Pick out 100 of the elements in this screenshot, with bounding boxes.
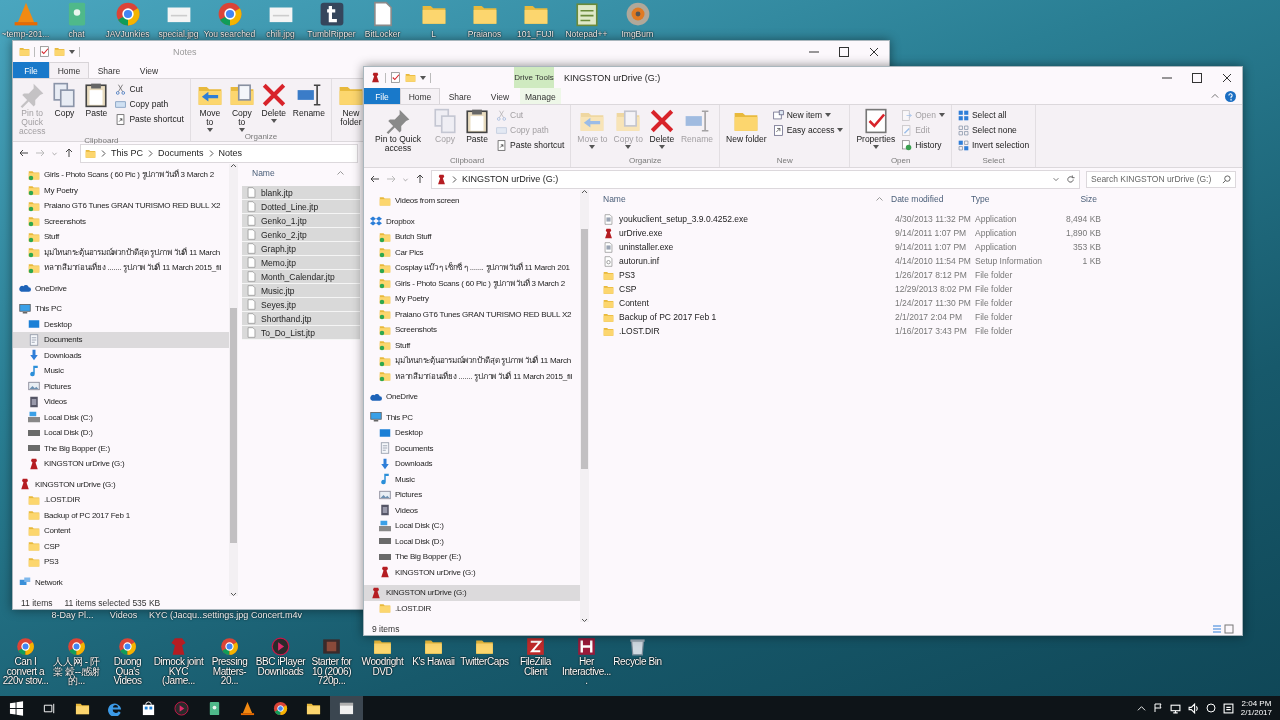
- nav-item[interactable]: Downloads: [13, 347, 229, 363]
- ribbon-button[interactable]: Paste: [462, 108, 492, 156]
- nav-item[interactable]: หลากสีมาก่อนเที่ยง ....... รูปภาพ วันที่ 11 March 2015_fil: [13, 260, 229, 276]
- desktop-icon-label[interactable]: Recycle Bin: [613, 657, 662, 667]
- column-header[interactable]: Name: [599, 191, 887, 207]
- desktop-icon-label[interactable]: Woodright DVD: [357, 657, 408, 676]
- nav-item[interactable]: Girls - Photo Scans ( 60 Pic ) รูปภาพ วันที่ 3 March 2: [13, 167, 229, 183]
- large-icons-view-icon[interactable]: [1224, 623, 1234, 634]
- search-icon[interactable]: [1222, 174, 1231, 184]
- nav-item[interactable]: Butch Stuff: [364, 229, 580, 245]
- ribbon-tab[interactable]: Share: [440, 88, 480, 104]
- file-item[interactable]: blank.jtp: [242, 186, 360, 200]
- ribbon-tab[interactable]: Manage: [520, 88, 561, 104]
- file-row[interactable]: CSP 12/29/2013 8:02 PM File folder: [599, 282, 1242, 296]
- chevron-up-icon[interactable]: [1136, 703, 1146, 713]
- nav-item[interactable]: OneDrive: [13, 280, 229, 296]
- ribbon-button[interactable]: Select none: [955, 123, 1032, 137]
- ribbon-button[interactable]: Copy: [49, 82, 80, 136]
- nav-item[interactable]: Network: [13, 574, 229, 590]
- nav-item[interactable]: PS3: [13, 554, 229, 570]
- up-icon[interactable]: [415, 174, 425, 184]
- scroll-down-icon[interactable]: [230, 592, 237, 596]
- nav-item[interactable]: Pictures: [364, 487, 580, 503]
- nav-item[interactable]: KINGSTON urDrive (G:): [13, 476, 229, 492]
- file-row[interactable]: uninstaller.exe 9/14/2011 1:07 PM Application 353 KB: [599, 240, 1242, 254]
- nav-item[interactable]: Videos from screen: [364, 193, 580, 209]
- ribbon-button[interactable]: Select all: [955, 108, 1032, 122]
- breadcrumb[interactable]: Notes: [218, 148, 243, 158]
- browser-icon[interactable]: [118, 637, 137, 656]
- browser-icon[interactable]: [114, 1, 141, 27]
- taskbar-button[interactable]: [330, 696, 363, 720]
- recycle-bin-icon[interactable]: [628, 637, 647, 656]
- file-item[interactable]: Genko_2.jtp: [242, 228, 360, 242]
- file-item[interactable]: Month_Calendar.jtp: [242, 270, 360, 284]
- column-header[interactable]: Type: [967, 191, 1051, 207]
- file-item[interactable]: Dotted_Line.jtp: [242, 200, 360, 214]
- file-row[interactable]: autorun.inf 4/14/2010 11:54 PM Setup Information 1 KB: [599, 254, 1242, 268]
- nav-item[interactable]: Cosplay แบ๊ว ๆ เซ็กซี่ ๆ ....... รูปภาพ วันที่ 11 March 201: [364, 260, 580, 276]
- desktop-icon-label[interactable]: TwitterCaps: [460, 657, 509, 667]
- file-row[interactable]: youkuclient_setup_3.9.0.4252.exe 4/30/2013 11:32 PM Application 8,494 KB: [599, 212, 1242, 226]
- ribbon-tab[interactable]: View: [480, 88, 520, 104]
- ribbon-button[interactable]: Rename: [290, 82, 327, 132]
- browser-icon[interactable]: [16, 637, 35, 656]
- browser-icon[interactable]: [220, 637, 239, 656]
- browser-icon[interactable]: [67, 637, 86, 656]
- nav-item[interactable]: Local Disk (C:): [13, 409, 229, 425]
- nav-item[interactable]: Car Pics: [364, 244, 580, 260]
- file-row[interactable]: Content 1/24/2017 11:30 PM File folder: [599, 296, 1242, 310]
- ribbon-button[interactable]: New folder: [724, 108, 769, 156]
- up-icon[interactable]: [64, 148, 74, 158]
- nav-item[interactable]: Screenshots: [13, 213, 229, 229]
- back-icon[interactable]: [19, 148, 29, 158]
- refresh-icon[interactable]: [1066, 174, 1075, 184]
- ribbon-button[interactable]: Cut: [113, 82, 186, 96]
- nav-item[interactable]: My Poetry: [364, 291, 580, 307]
- desktop-icon-label[interactable]: Can I convert a 220v stov...: [0, 657, 51, 686]
- desktop-icon-label[interactable]: Dimock joint KYC (Jame...: [153, 657, 204, 686]
- nav-item[interactable]: The Big Bopper (E:): [13, 440, 229, 456]
- nav-item[interactable]: Music: [364, 471, 580, 487]
- nav-item[interactable]: Screenshots: [364, 322, 580, 338]
- nav-item[interactable]: The Big Bopper (E:): [364, 549, 580, 565]
- desktop-icon-label[interactable]: FileZilla Client: [510, 657, 561, 676]
- ribbon-button[interactable]: Copy path: [113, 97, 186, 111]
- ribbon-button[interactable]: Move to: [194, 82, 225, 132]
- breadcrumb[interactable]: Documents: [158, 148, 204, 158]
- column-header[interactable]: Size: [1051, 191, 1101, 207]
- ribbon-tab[interactable]: File: [13, 62, 49, 78]
- nav-item[interactable]: Content: [13, 523, 229, 539]
- ribbon-button[interactable]: History: [899, 138, 947, 152]
- clock-time[interactable]: 2:04 PM: [1241, 699, 1272, 708]
- desktop-icon-label[interactable]: Duong Qua's Videos: [102, 657, 153, 686]
- volume-icon[interactable]: [1187, 702, 1199, 714]
- column-header[interactable]: Date modified: [887, 191, 967, 207]
- file-item[interactable]: Genko_1.jtp: [242, 214, 360, 228]
- notepad-icon[interactable]: [573, 1, 600, 27]
- nav-item[interactable]: มุมไหนกระตุ้นอารมณ์พวกป้าดีสุด รูปภาพ วันที่ 11 March: [13, 244, 229, 260]
- ribbon-tab[interactable]: Home: [49, 62, 89, 78]
- desktop-icon-label[interactable]: Her Interactive....: [561, 657, 612, 686]
- browser-icon[interactable]: [216, 1, 243, 27]
- app-icon[interactable]: [526, 637, 545, 656]
- nav-item[interactable]: This PC: [13, 301, 229, 317]
- network-icon[interactable]: [1169, 702, 1181, 714]
- desktop-icon-label[interactable]: K's Hawaii: [412, 657, 455, 667]
- nav-item[interactable]: หลากสีมาก่อนเที่ยง ....... รูปภาพ วันที่ 11 March 2015_fil: [364, 368, 580, 384]
- desktop-icon-label[interactable]: BBC iPlayer Downloads: [255, 657, 306, 676]
- scrollbar[interactable]: [580, 190, 589, 622]
- scroll-up-icon[interactable]: [230, 164, 237, 168]
- flag-icon[interactable]: [1152, 703, 1163, 713]
- nav-item[interactable]: .LOST.DIR: [364, 600, 580, 616]
- file-item[interactable]: Seyes.jtp: [242, 298, 360, 312]
- breadcrumb[interactable]: This PC: [111, 148, 143, 158]
- nav-item[interactable]: My Poetry: [13, 182, 229, 198]
- app-icon[interactable]: [318, 1, 345, 27]
- address-bar[interactable]: KINGSTON urDrive (G:): [431, 169, 1080, 189]
- file-row[interactable]: PS3 1/26/2017 8:12 PM File folder: [599, 268, 1242, 282]
- column-header[interactable]: Name: [248, 165, 348, 181]
- ribbon-button[interactable]: Delete: [646, 108, 677, 156]
- breadcrumb[interactable]: KINGSTON urDrive (G:): [462, 174, 559, 184]
- ribbon-button[interactable]: Paste shortcut: [113, 112, 186, 126]
- back-icon[interactable]: [370, 174, 380, 184]
